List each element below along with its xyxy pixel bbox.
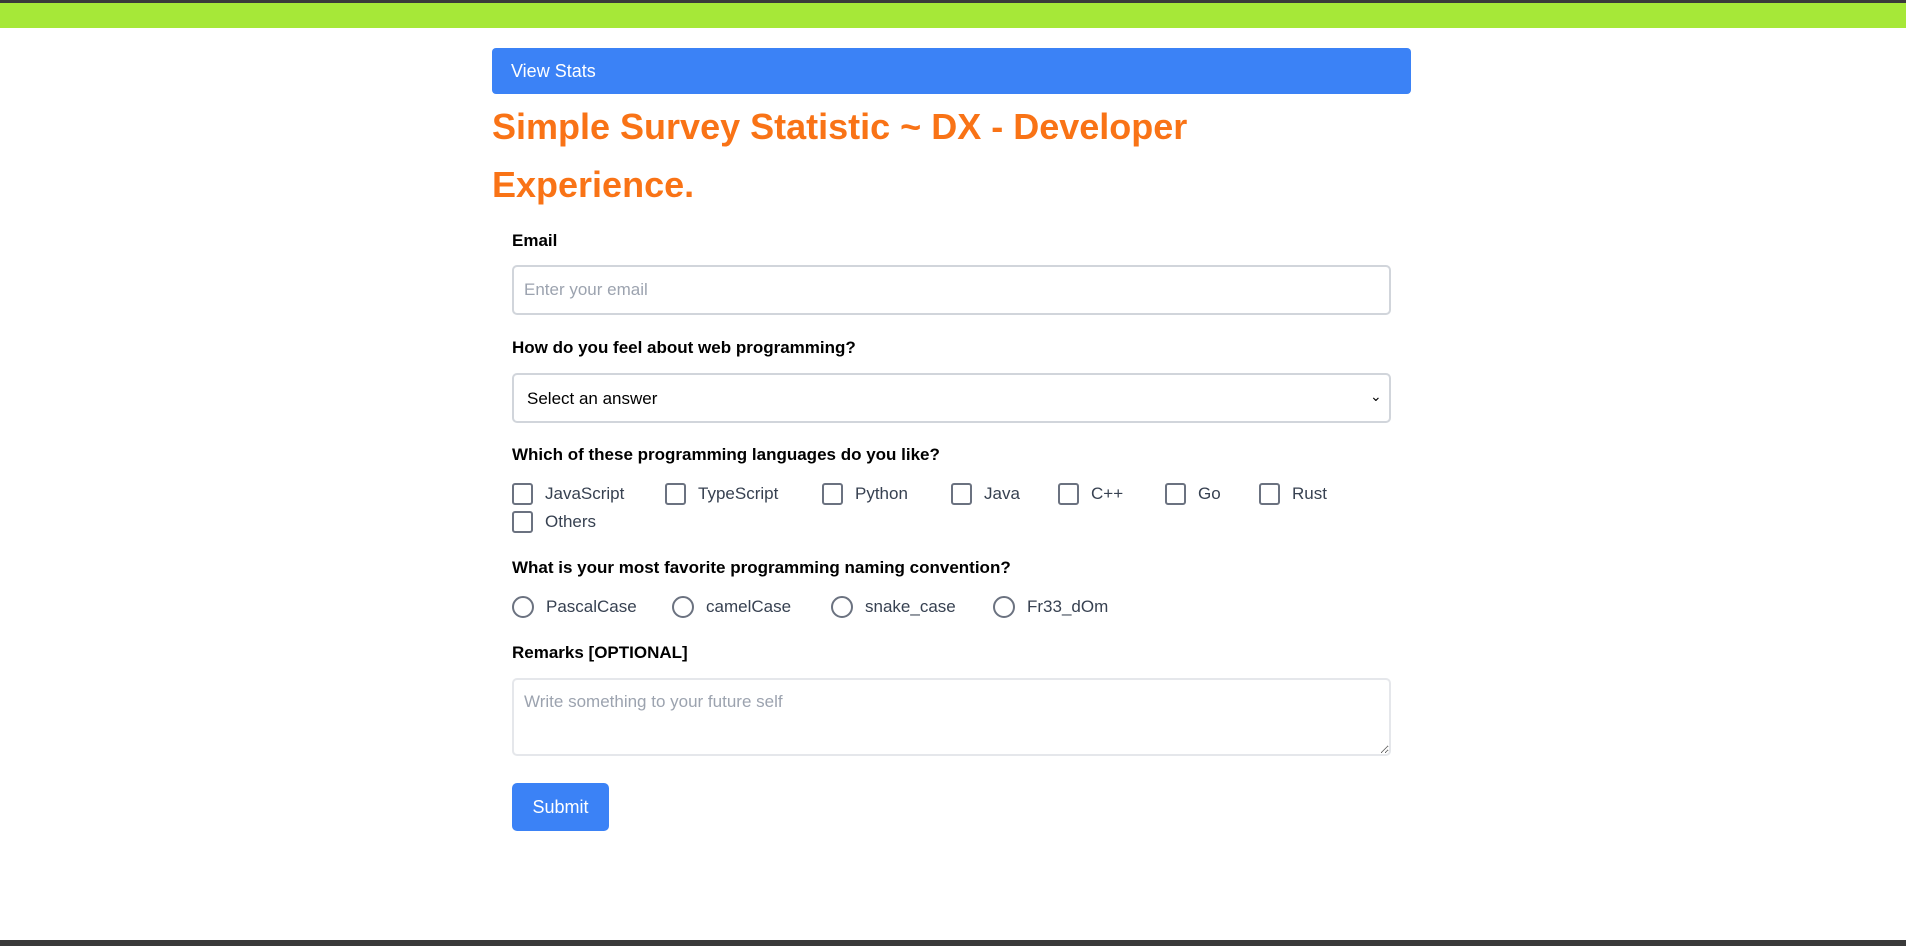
feeling-select[interactable]: Select an answer <box>512 373 1391 423</box>
checkbox-label: Java <box>984 484 1020 503</box>
remarks-label: Remarks [OPTIONAL] <box>512 643 688 662</box>
feeling-label: How do you feel about web programming? <box>512 338 856 357</box>
checkbox[interactable] <box>1259 483 1280 505</box>
top-accent-bar <box>0 0 1906 28</box>
naming-radio-option[interactable]: camelCase <box>672 596 791 618</box>
checkbox-label: TypeScript <box>698 484 779 503</box>
checkbox[interactable] <box>665 483 686 505</box>
language-checkbox-option[interactable]: Python <box>822 483 908 505</box>
radio-label: Fr33_dOm <box>1027 597 1109 616</box>
page-title: Simple Survey Statistic ~ DX - Developer… <box>492 106 1188 205</box>
checkbox-label: Python <box>855 484 908 503</box>
checkbox[interactable] <box>1058 483 1079 505</box>
naming-radio-option[interactable]: Fr33_dOm <box>993 596 1108 618</box>
checkbox-label: Go <box>1198 484 1221 503</box>
language-checkbox-option[interactable]: Java <box>951 483 1020 505</box>
naming-radio-option[interactable]: PascalCase <box>512 596 637 618</box>
remarks-textarea[interactable] <box>512 678 1391 756</box>
language-checkbox-option[interactable]: Others <box>512 511 596 533</box>
checkbox-label: JavaScript <box>545 484 625 503</box>
radio-button[interactable] <box>993 596 1015 618</box>
checkbox-label: Others <box>545 512 597 531</box>
checkbox[interactable] <box>951 483 972 505</box>
bottom-edge <box>0 940 1906 946</box>
checkbox-label: C++ <box>1091 484 1124 503</box>
radio-label: camelCase <box>706 597 792 616</box>
language-checkbox-option[interactable]: JavaScript <box>512 483 624 505</box>
radio-button[interactable] <box>672 596 694 618</box>
radio-button[interactable] <box>831 596 853 618</box>
email-input[interactable] <box>512 265 1391 315</box>
submit-button[interactable]: Submit <box>512 783 609 831</box>
language-checkbox-option[interactable]: C++ <box>1058 483 1123 505</box>
checkbox[interactable] <box>512 483 533 505</box>
naming-label: What is your most favorite programming n… <box>512 558 1011 577</box>
language-checkbox-option[interactable]: Rust <box>1259 483 1327 505</box>
email-label: Email <box>512 231 558 250</box>
radio-label: snake_case <box>865 597 956 616</box>
checkbox[interactable] <box>1165 483 1186 505</box>
checkbox[interactable] <box>822 483 843 505</box>
language-checkbox-option[interactable]: Go <box>1165 483 1221 505</box>
radio-button[interactable] <box>512 596 534 618</box>
naming-radio-option[interactable]: snake_case <box>831 596 956 618</box>
checkbox-label: Rust <box>1292 484 1327 503</box>
checkbox[interactable] <box>512 511 533 533</box>
view-stats-button[interactable]: View Stats <box>492 48 1411 94</box>
radio-label: PascalCase <box>546 597 637 616</box>
languages-label: Which of these programming languages do … <box>512 445 940 464</box>
language-checkbox-option[interactable]: TypeScript <box>665 483 778 505</box>
